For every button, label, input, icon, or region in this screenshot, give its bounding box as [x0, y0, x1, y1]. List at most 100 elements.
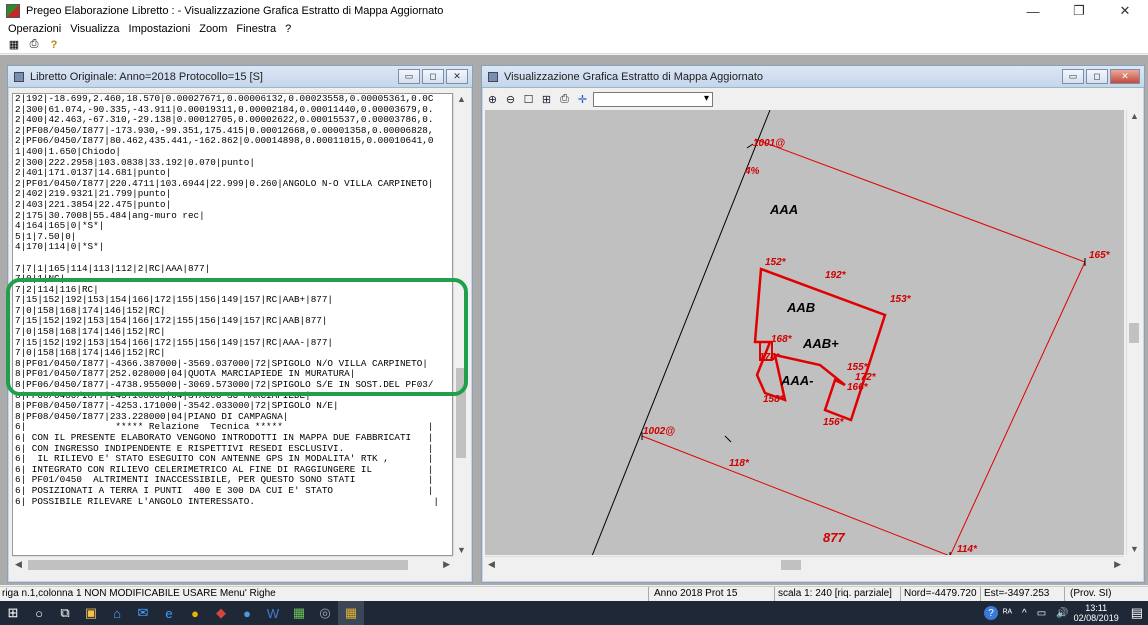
libretto-line[interactable]: 2|400|42.463,-67.310,-29.138|0.00012705,…	[13, 115, 452, 126]
libretto-window-titlebar[interactable]: Libretto Originale: Anno=2018 Protocollo…	[8, 66, 472, 88]
chrome-icon[interactable]: ●	[182, 601, 208, 625]
libretto-line[interactable]: 2|300|222.2958|103.0838|33.192|0.070|pun…	[13, 158, 452, 169]
volume-icon[interactable]: 🔊	[1056, 608, 1068, 619]
help-icon[interactable]: ?	[46, 38, 62, 52]
libretto-line[interactable]: 2|PF06/0450/I877|80.462,435.441,-162.862…	[13, 136, 452, 147]
file-explorer-icon[interactable]: ▣	[78, 601, 104, 625]
map-layer-select[interactable]	[593, 91, 713, 107]
scroll-left-icon[interactable]: ◀	[15, 559, 22, 570]
app-icon[interactable]: ●	[234, 601, 260, 625]
map-window: Visualizzazione Grafica Estratto di Mapp…	[481, 65, 1145, 583]
scrollbar-thumb[interactable]	[1129, 323, 1139, 343]
map-drawing: AAA AAB AAB+ AAA- 1001@ 4% 152* 192* 153…	[591, 110, 1111, 555]
menu-finestra[interactable]: Finestra	[236, 23, 276, 35]
map-window-titlebar[interactable]: Visualizzazione Grafica Estratto di Mapp…	[482, 66, 1144, 88]
menu-operazioni[interactable]: Operazioni	[8, 23, 61, 35]
mail-icon[interactable]: ✉	[130, 601, 156, 625]
scroll-right-icon[interactable]: ▶	[1114, 559, 1121, 570]
pregeo-icon[interactable]: ▦	[338, 601, 364, 625]
close-button[interactable]: ✕	[1102, 0, 1148, 22]
libretto-line[interactable]: 2|402|219.9321|21.799|punto|	[13, 189, 452, 200]
libretto-line[interactable]: 2|401|171.0137|14.681|punto|	[13, 168, 452, 179]
libretto-minimize-button[interactable]: ▭	[398, 69, 420, 84]
menu-help[interactable]: ?	[285, 23, 291, 35]
task-view-icon[interactable]: ⧉	[52, 601, 78, 625]
app-title-bar: Pregeo Elaborazione Libretto : - Visuali…	[0, 0, 1148, 22]
zoom-all-icon[interactable]: ⊞	[539, 92, 554, 106]
zoom-in-icon[interactable]: ⊕	[485, 92, 500, 106]
label-4pct: 4%	[744, 166, 760, 177]
libretto-line[interactable]: 7|7|1|165|114|113|112|2|RC|AAA|877|	[13, 264, 452, 275]
libretto-line[interactable]: 6| CON INGRESSO INDIPENDENTE E RISPETTIV…	[13, 444, 452, 455]
scroll-left-icon[interactable]: ◀	[488, 559, 495, 570]
label-1001: 1001@	[753, 138, 785, 149]
libretto-line[interactable]: 2|PF08/0450/I877|-173.930,-99.351,175.41…	[13, 126, 452, 137]
clock-date: 02/08/2019	[1073, 613, 1119, 623]
maximize-button[interactable]: ❐	[1056, 0, 1102, 22]
libretto-line[interactable]: 8|PF08/0450/I877|-4253.171000|-3542.0330…	[13, 401, 452, 412]
map-canvas[interactable]: AAA AAB AAB+ AAA- 1001@ 4% 152* 192* 153…	[485, 110, 1124, 555]
libretto-line[interactable]: 2|403|221.3854|22.475|punto|	[13, 200, 452, 211]
libretto-line[interactable]: 4|170|114|0|*S*|	[13, 242, 452, 253]
print-icon[interactable]: ⎙	[557, 92, 572, 106]
zoom-out-icon[interactable]: ⊖	[503, 92, 518, 106]
start-icon[interactable]: ⊞	[0, 601, 26, 625]
libretto-line[interactable]: 6| POSSIBILE RILEVARE L'ANGOLO INTERESSA…	[13, 497, 452, 508]
scroll-up-icon[interactable]: ▲	[1130, 111, 1139, 121]
libretto-line[interactable]: 6| ***** Relazione Tecnica ***** |	[13, 422, 452, 433]
map-window-title: Visualizzazione Grafica Estratto di Mapp…	[504, 70, 764, 83]
libretto-line[interactable]: 6| IL RILIEVO E' STATO ESEGUITO CON ANTE…	[13, 454, 452, 465]
search-icon[interactable]: ○	[26, 601, 52, 625]
zoom-window-icon[interactable]: ☐	[521, 92, 536, 106]
scrollbar-thumb[interactable]	[781, 560, 801, 570]
libretto-line[interactable]	[13, 253, 452, 264]
libretto-line[interactable]: 8|PF08/0450/I877|233.228000|04|PIANO DI …	[13, 412, 452, 423]
libretto-line[interactable]: 2|300|61.074,-90.335,-43.911|0.00019311,…	[13, 105, 452, 116]
libretto-line[interactable]: 5|1|7.50|0|	[13, 232, 452, 243]
map-maximize-button[interactable]: ◻	[1086, 69, 1108, 84]
notification-icon[interactable]: ▤	[1131, 605, 1143, 621]
chevron-up-icon[interactable]: ^	[1022, 608, 1027, 619]
store-icon[interactable]: ⌂	[104, 601, 130, 625]
libretto-line[interactable]: 2|PF01/0450/I877|220.4711|103.6944|22.99…	[13, 179, 452, 190]
libretto-line[interactable]: 1|400|1.650|Chiodo|	[13, 147, 452, 158]
map-close-button[interactable]: ✕	[1110, 69, 1140, 84]
menu-visualizza[interactable]: Visualizza	[70, 23, 119, 35]
menu-impostazioni[interactable]: Impostazioni	[129, 23, 191, 35]
map-horizontal-scrollbar[interactable]: ◀ ▶	[485, 556, 1124, 572]
app-icon[interactable]: ◎	[312, 601, 338, 625]
libretto-line[interactable]: 6| PF01/0450 ALTRIMENTI INACCESSIBILE, P…	[13, 475, 452, 486]
scroll-up-icon[interactable]: ▲	[457, 94, 466, 104]
network-icon[interactable]: ▭	[1037, 608, 1046, 619]
clock[interactable]: 13:11 02/08/2019	[1074, 603, 1119, 623]
scroll-down-icon[interactable]: ▼	[1130, 544, 1139, 554]
libretto-line[interactable]: 4|164|165|0|*S*|	[13, 221, 452, 232]
taskbar: ⊞ ○ ⧉ ▣ ⌂ ✉ e ● ◆ ● W ▦ ◎ ▦ ? ᴿᴬ ^ ▭ 🔊 1…	[0, 601, 1148, 625]
libretto-line[interactable]: 2|192|-18.699,2.460,18.570|0.00027671,0.…	[13, 94, 452, 105]
menu-zoom[interactable]: Zoom	[199, 23, 227, 35]
print-icon[interactable]: ⎙	[26, 38, 42, 52]
word-icon[interactable]: W	[260, 601, 286, 625]
map-minimize-button[interactable]: ▭	[1062, 69, 1084, 84]
people-icon[interactable]: ᴿᴬ	[1003, 608, 1012, 619]
libretto-line[interactable]: 6| CON IL PRESENTE ELABORATO VENGONO INT…	[13, 433, 452, 444]
edge-icon[interactable]: e	[156, 601, 182, 625]
scroll-right-icon[interactable]: ▶	[443, 559, 450, 570]
scroll-down-icon[interactable]: ▼	[457, 545, 466, 555]
map-vertical-scrollbar[interactable]: ▲ ▼	[1126, 110, 1141, 555]
libretto-close-button[interactable]: ✕	[446, 69, 468, 84]
libretto-maximize-button[interactable]: ◻	[422, 69, 444, 84]
libretto-line[interactable]: 6| POSIZIONATI A TERRA I PUNTI 400 E 300…	[13, 486, 452, 497]
libretto-line[interactable]: 2|175|30.7008|55.484|ang-muro rec|	[13, 211, 452, 222]
grid-icon[interactable]: ▦	[6, 38, 22, 52]
help-icon[interactable]: ?	[984, 606, 998, 620]
crosshair-icon[interactable]: ✛	[575, 92, 590, 106]
label-aaa: AAA	[769, 202, 798, 217]
minimize-button[interactable]: —	[1010, 0, 1056, 22]
libretto-line[interactable]: 6| INTEGRATO CON RILIEVO CELERIMETRICO A…	[13, 465, 452, 476]
app-icon[interactable]: ◆	[208, 601, 234, 625]
mdi-workspace: Libretto Originale: Anno=2018 Protocollo…	[0, 55, 1148, 585]
libretto-horizontal-scrollbar[interactable]: ◀ ▶	[12, 556, 453, 572]
scrollbar-thumb[interactable]	[28, 560, 408, 570]
pregeo-icon[interactable]: ▦	[286, 601, 312, 625]
